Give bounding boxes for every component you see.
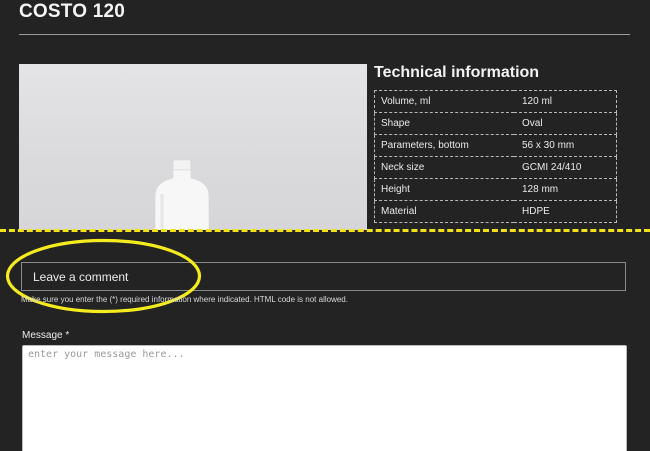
spec-label: Shape <box>374 112 514 135</box>
technical-info-title: Technical information <box>374 64 540 81</box>
page-title: COSTO 120 <box>19 1 125 22</box>
message-label: Message * <box>22 330 70 341</box>
fold-line-annotation <box>0 229 650 232</box>
bottle-image <box>154 160 210 230</box>
spec-value: Oval <box>514 112 617 135</box>
technical-info-table: Volume, ml 120 ml Shape Oval Parameters, bot… <box>374 90 617 223</box>
spec-value: 56 x 30 mm <box>514 134 617 157</box>
spec-label: Volume, ml <box>374 90 514 113</box>
product-image <box>19 64 367 230</box>
spec-value: GCMI 24/410 <box>514 156 617 179</box>
spec-row: Neck size GCMI 24/410 <box>374 156 617 179</box>
spec-label: Parameters, bottom <box>374 134 514 157</box>
leave-comment-label: Leave a comment <box>33 270 129 284</box>
spec-row: Height 128 mm <box>374 178 617 201</box>
leave-comment-header[interactable]: Leave a comment <box>21 262 626 291</box>
spec-label: Neck size <box>374 156 514 179</box>
message-input[interactable] <box>22 345 627 451</box>
spec-label: Material <box>374 200 514 223</box>
spec-row: Parameters, bottom 56 x 30 mm <box>374 134 617 157</box>
spec-row: Volume, ml 120 ml <box>374 90 617 113</box>
spec-label: Height <box>374 178 514 201</box>
title-divider <box>19 34 630 35</box>
spec-value: 120 ml <box>514 90 617 113</box>
spec-value: 128 mm <box>514 178 617 201</box>
spec-row: Material HDPE <box>374 200 617 223</box>
required-info-notice: Make sure you enter the (*) required inf… <box>21 295 348 304</box>
product-page: COSTO 120 Technical information Volume, … <box>0 0 650 451</box>
spec-value: HDPE <box>514 200 617 223</box>
spec-row: Shape Oval <box>374 112 617 135</box>
